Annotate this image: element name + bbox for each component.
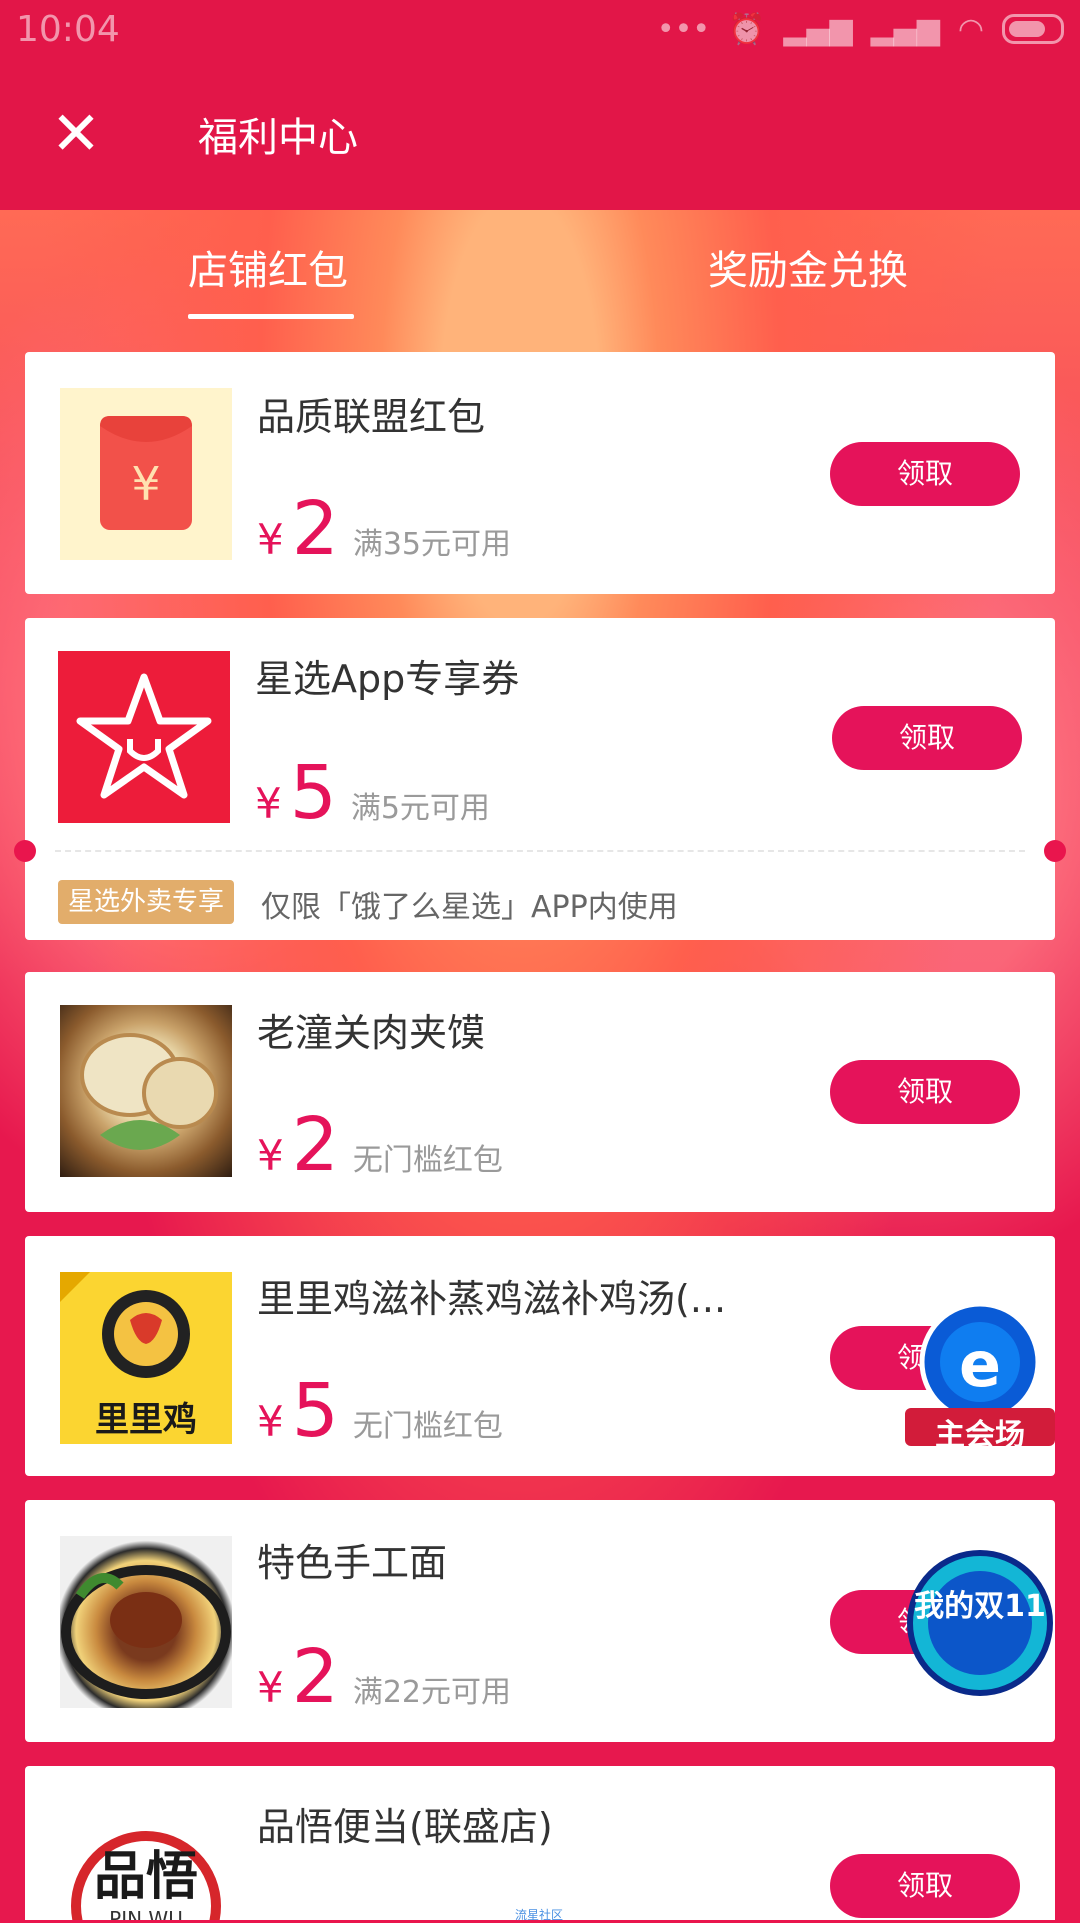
tag-description: 仅限「饿了么星选」APP内使用 bbox=[261, 890, 678, 925]
main-venue-float-button[interactable]: e 主会场 bbox=[905, 1300, 1055, 1453]
amount: 5 bbox=[289, 750, 337, 836]
coupon-card: ¥ 品质联盟红包 ¥ 2 满35元可用 领取 bbox=[25, 352, 1055, 594]
food-photo-icon bbox=[80, 1033, 218, 1150]
claim-button[interactable]: 领取 bbox=[832, 706, 1022, 770]
card-thumbnail bbox=[60, 1536, 232, 1708]
card-title: 特色手工面 bbox=[257, 1541, 448, 1585]
exclusive-tag: 星选外卖专享 bbox=[58, 880, 235, 924]
condition: 无门槛红包 bbox=[352, 1143, 503, 1178]
price: ¥ 2 满35元可用 bbox=[257, 492, 511, 566]
coupon-card: 老潼关肉夹馍 ¥ 2 无门槛红包 领取 bbox=[25, 972, 1055, 1212]
condition: 无门槛红包 bbox=[352, 1409, 503, 1444]
card-thumbnail bbox=[60, 1005, 232, 1177]
tab-bar: 店铺红包 奖励金兑换 bbox=[0, 210, 1080, 350]
tab-shop-red-packet[interactable]: 店铺红包 bbox=[188, 238, 348, 296]
svg-text:¥: ¥ bbox=[131, 457, 160, 511]
card-title: 老潼关肉夹馍 bbox=[257, 1011, 486, 1055]
main-venue-label: 主会场 bbox=[935, 1418, 1025, 1453]
tab-reward-exchange[interactable]: 奖励金兑换 bbox=[708, 238, 908, 296]
condition: 满35元可用 bbox=[352, 527, 512, 562]
amount: 2 bbox=[291, 486, 339, 572]
status-bar: 10:04 ••• ⏰ ▂▄▆ ▂▄▆ ◠ bbox=[0, 0, 1080, 58]
divider bbox=[55, 850, 1025, 852]
more-dots-icon: ••• bbox=[656, 11, 711, 47]
battery-icon bbox=[1002, 14, 1064, 44]
card-thumbnail: ¥ bbox=[60, 388, 232, 560]
noodle-photo-icon bbox=[61, 1565, 231, 1699]
coupon-card: 星选App专享券 ¥ 5 满5元可用 领取 星选外卖专享 仅限「饿了么星选」AP… bbox=[14, 618, 1066, 940]
my-double11-label: 我的双11 bbox=[914, 1589, 1046, 1624]
status-time: 10:04 bbox=[16, 8, 120, 50]
coupon-card: PIN WU 品悟 品悟便当(联盛店) 领取 bbox=[25, 1766, 1055, 1920]
claim-button[interactable]: 领取 bbox=[830, 1060, 1020, 1124]
amount: 5 bbox=[291, 1368, 339, 1454]
claim-button[interactable]: 领取 bbox=[830, 1854, 1020, 1918]
coupon-card: 特色手工面 ¥ 2 满22元可用 领取 bbox=[25, 1500, 1055, 1742]
status-icons: ••• ⏰ ▂▄▆ ▂▄▆ ◠ bbox=[657, 12, 1064, 47]
card-thumbnail: PIN WU 品悟 bbox=[60, 1806, 232, 1920]
signal-icon-2: ▂▄▆ bbox=[870, 11, 940, 47]
card-title: 品悟便当(联盛店) bbox=[257, 1805, 553, 1849]
amount: 2 bbox=[291, 1102, 339, 1188]
logo-text: 里里鸡 bbox=[95, 1400, 197, 1440]
card-thumbnail bbox=[58, 651, 230, 823]
yen-sign: ¥ bbox=[257, 1397, 284, 1446]
price: ¥ 2 无门槛红包 bbox=[257, 1108, 503, 1182]
amount: 2 bbox=[291, 1634, 339, 1720]
svg-text:e: e bbox=[959, 1328, 1001, 1401]
card-thumbnail: 里里鸡 bbox=[60, 1272, 232, 1444]
wifi-icon: ◠ bbox=[957, 11, 984, 47]
signal-icon: ▂▄▆ bbox=[783, 11, 853, 47]
app-bar: ✕ 福利中心 bbox=[0, 58, 1080, 210]
yen-sign: ¥ bbox=[257, 1663, 284, 1712]
card-title: 里里鸡滋补蒸鸡滋补鸡汤(... bbox=[257, 1277, 727, 1321]
ticket-notch bbox=[1044, 840, 1066, 862]
card-title: 星选App专享券 bbox=[255, 657, 520, 701]
yen-sign: ¥ bbox=[257, 1131, 284, 1180]
price: ¥ 2 满22元可用 bbox=[257, 1640, 511, 1714]
watermark: 流星社区 bbox=[515, 1908, 564, 1922]
star-logo-icon bbox=[76, 673, 212, 799]
tab-active-indicator bbox=[188, 314, 354, 319]
red-envelope-icon: ¥ bbox=[100, 416, 192, 530]
price: ¥ 5 无门槛红包 bbox=[257, 1374, 503, 1448]
claim-button[interactable]: 领取 bbox=[830, 442, 1020, 506]
my-double11-float-button[interactable]: 我的双11 bbox=[905, 1548, 1055, 1698]
card-title: 品质联盟红包 bbox=[257, 395, 486, 439]
close-icon[interactable]: ✕ bbox=[48, 104, 104, 164]
page-title: 福利中心 bbox=[198, 115, 358, 161]
condition: 满5元可用 bbox=[350, 791, 490, 826]
price: ¥ 5 满5元可用 bbox=[255, 756, 490, 830]
yen-sign: ¥ bbox=[257, 515, 284, 564]
ticket-notch bbox=[14, 840, 36, 862]
yen-sign: ¥ bbox=[255, 779, 282, 828]
condition: 满22元可用 bbox=[352, 1675, 512, 1710]
alarm-icon: ⏰ bbox=[728, 11, 766, 47]
logo-text: 品悟 bbox=[93, 1847, 198, 1907]
coupon-card: 里里鸡 里里鸡滋补蒸鸡滋补鸡汤(... ¥ 5 无门槛红包 领取 bbox=[25, 1236, 1055, 1476]
